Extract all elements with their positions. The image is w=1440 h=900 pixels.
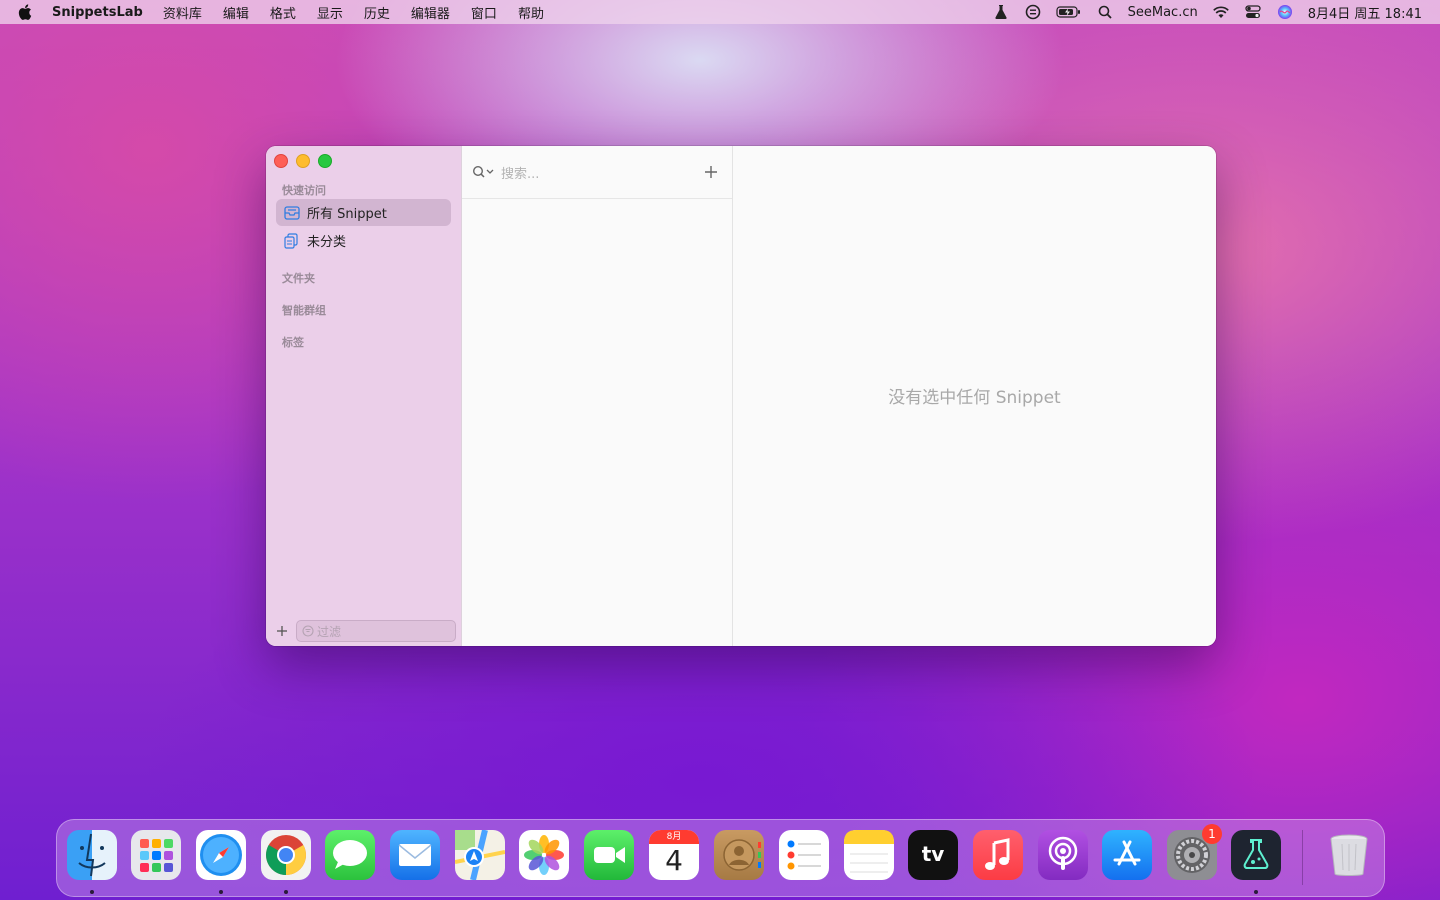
podcasts-icon[interactable] (1038, 830, 1088, 880)
apple-menu-icon[interactable] (18, 4, 34, 20)
empty-state-message: 没有选中任何 Snippet (888, 388, 1061, 408)
messages-icon[interactable] (325, 830, 375, 880)
documents-icon (284, 232, 300, 249)
running-indicator (284, 890, 288, 894)
menu-library[interactable]: 资料库 (163, 3, 202, 22)
apple-tv-icon[interactable]: tv (908, 830, 958, 880)
close-button[interactable] (274, 154, 288, 168)
music-icon[interactable] (973, 830, 1023, 880)
snippets-status-icon[interactable] (1024, 4, 1042, 20)
notification-badge: 1 (1202, 824, 1222, 844)
add-snippet-button[interactable] (704, 165, 718, 179)
window-controls (274, 154, 332, 168)
menu-help[interactable]: 帮助 (518, 3, 544, 22)
dock: 8月 4 tv 1 (56, 819, 1385, 897)
menu-window[interactable]: 窗口 (471, 3, 497, 22)
detail-pane: 没有选中任何 Snippet (733, 146, 1216, 646)
calendar-day: 4 (665, 844, 683, 877)
wifi-icon[interactable] (1212, 4, 1230, 20)
filter-placeholder: 过滤 (317, 624, 342, 639)
calendar-month: 8月 (649, 830, 699, 844)
siri-icon[interactable] (1276, 4, 1294, 20)
battery-icon[interactable] (1056, 4, 1082, 20)
search-input[interactable]: 搜索... (501, 163, 539, 182)
finder-icon[interactable] (67, 830, 117, 880)
app-store-icon[interactable] (1102, 830, 1152, 880)
filter-icon (302, 625, 314, 637)
trash-icon[interactable] (1324, 830, 1374, 880)
sidebar-item-uncategorized[interactable]: 未分类 (276, 227, 451, 254)
chrome-icon[interactable] (261, 830, 311, 880)
search-bar: 搜索... (462, 146, 732, 199)
menu-view[interactable]: 显示 (317, 3, 343, 22)
launchpad-icon[interactable] (131, 830, 181, 880)
menu-format[interactable]: 格式 (270, 3, 296, 22)
running-indicator (90, 890, 94, 894)
tray-icon (284, 205, 300, 221)
clock[interactable]: 8月4日 周五 18:41 (1308, 3, 1422, 22)
section-tags[interactable]: 标签 (282, 334, 304, 350)
section-quick-access: 快速访问 (282, 184, 326, 197)
mail-icon[interactable] (390, 830, 440, 880)
system-preferences-icon[interactable]: 1 (1167, 824, 1222, 880)
snippetslab-window: 快速访问 所有 Snippet 未分类 文件夹 智能群组 标签 过滤 搜索...… (266, 146, 1216, 646)
add-icon[interactable] (275, 624, 289, 638)
sidebar-footer: 过滤 (266, 616, 461, 646)
facetime-icon[interactable] (584, 830, 634, 880)
safari-icon[interactable] (196, 830, 246, 880)
tv-label: tv (921, 842, 945, 866)
maps-icon[interactable] (454, 829, 506, 881)
section-folders[interactable]: 文件夹 (282, 270, 315, 286)
control-center-icon[interactable] (1244, 4, 1262, 20)
sidebar: 快速访问 所有 Snippet 未分类 文件夹 智能群组 标签 过滤 (266, 146, 462, 646)
reminders-icon[interactable] (779, 830, 829, 880)
notes-icon[interactable] (844, 830, 894, 880)
section-smart-groups[interactable]: 智能群组 (282, 302, 326, 318)
running-indicator (1254, 890, 1258, 894)
search-scope-icon[interactable] (472, 165, 496, 179)
site-label: SeeMac.cn (1127, 4, 1198, 20)
filter-field[interactable]: 过滤 (296, 620, 456, 642)
menu-history[interactable]: 历史 (364, 3, 390, 22)
minimize-button[interactable] (296, 154, 310, 168)
sidebar-item-all-snippets[interactable]: 所有 Snippet (276, 199, 451, 226)
running-indicator (219, 890, 223, 894)
dock-separator (1302, 830, 1303, 885)
lab-flask-icon[interactable] (992, 4, 1010, 20)
menu-bar: SnippetsLab 资料库 编辑 格式 显示 历史 编辑器 窗口 帮助 Se… (0, 0, 1440, 24)
menu-app-name[interactable]: SnippetsLab (52, 5, 143, 20)
search-icon[interactable] (1096, 4, 1114, 20)
sidebar-item-label: 未分类 (307, 235, 347, 250)
menu-editor[interactable]: 编辑器 (411, 3, 450, 22)
zoom-button[interactable] (318, 154, 332, 168)
snippetslab-icon[interactable] (1231, 830, 1281, 880)
menu-edit[interactable]: 编辑 (223, 3, 249, 22)
photos-icon[interactable] (519, 830, 569, 880)
sidebar-item-label: 所有 Snippet (307, 207, 387, 222)
calendar-icon[interactable]: 8月 4 (649, 830, 699, 880)
contacts-icon[interactable] (714, 830, 764, 880)
snippet-list-pane: 搜索... (462, 146, 733, 646)
